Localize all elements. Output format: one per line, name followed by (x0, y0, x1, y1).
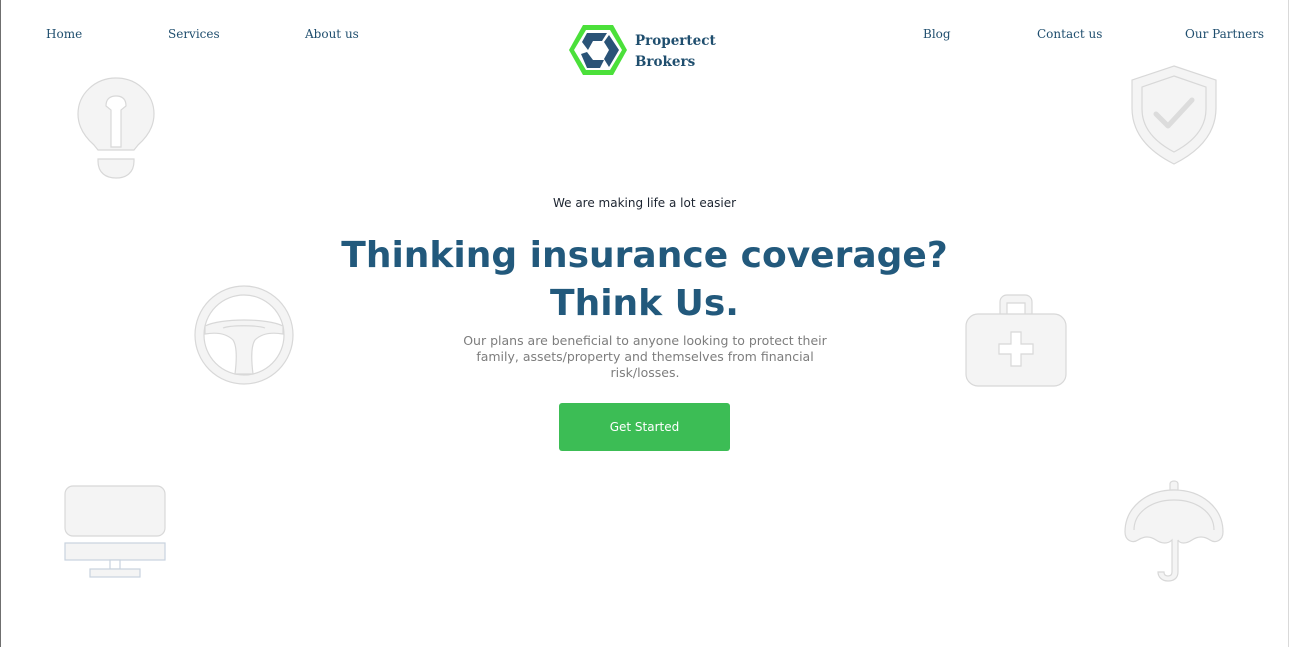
nav-link-home[interactable]: Home (46, 27, 82, 41)
hero-description: Our plans are beneficial to anyone looki… (463, 333, 827, 380)
brand-logo-icon (569, 25, 627, 75)
umbrella-icon (1122, 480, 1226, 589)
monitor-icon (64, 485, 166, 584)
lightbulb-icon (76, 77, 156, 186)
brand-name: Propertect Brokers (635, 31, 716, 73)
brand-logo[interactable]: Propertect Brokers (567, 23, 727, 79)
brand-name-line2: Brokers (635, 54, 696, 70)
hero-headline-line1: Thinking insurance coverage? (341, 235, 948, 276)
hero-tagline: We are making life a lot easier (552, 196, 737, 210)
nav-link-our-partners[interactable]: Our Partners (1185, 27, 1264, 41)
brand-name-line1: Propertect (635, 33, 716, 49)
shield-check-icon (1130, 64, 1218, 171)
nav-link-about-us[interactable]: About us (305, 27, 359, 41)
nav-link-blog[interactable]: Blog (923, 27, 951, 41)
get-started-button[interactable]: Get Started (559, 403, 730, 451)
nav-link-contact-us[interactable]: Contact us (1037, 27, 1102, 41)
hero-headline-line2: Think Us. (550, 283, 739, 324)
nav-link-services[interactable]: Services (168, 27, 220, 41)
